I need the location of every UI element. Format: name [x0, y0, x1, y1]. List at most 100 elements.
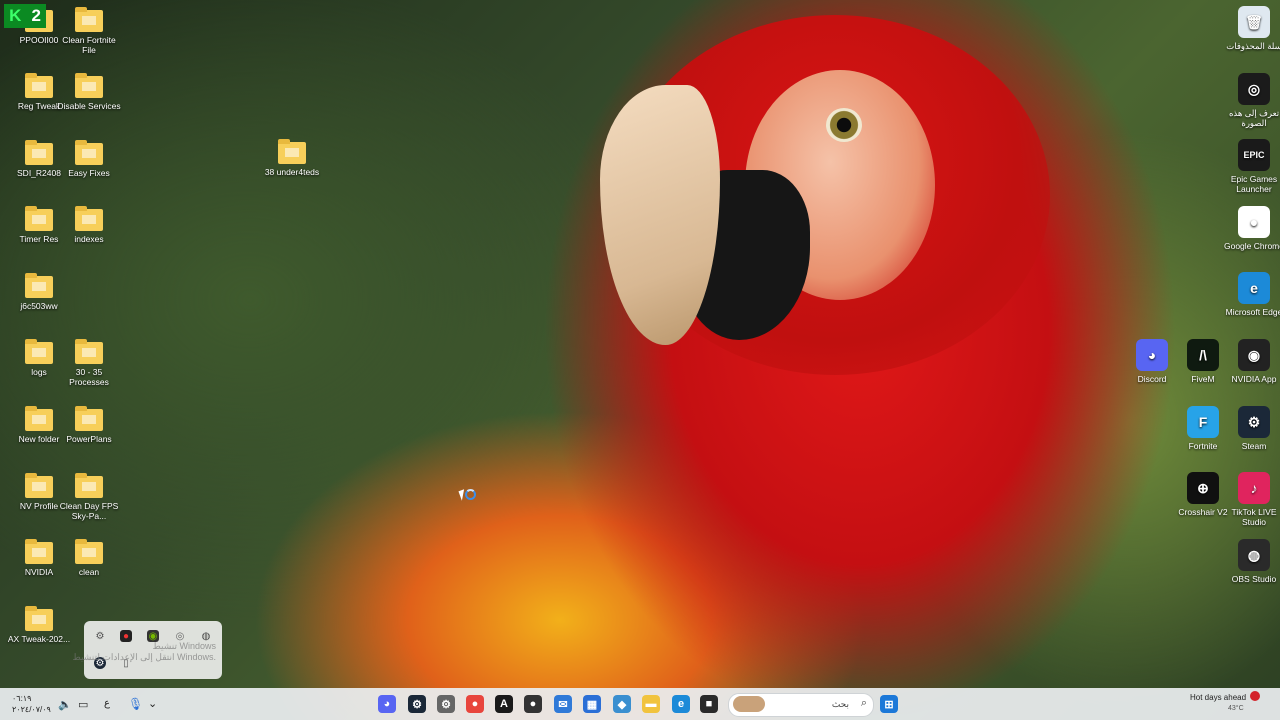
- settings-taskbar-icon[interactable]: ⚙: [437, 695, 455, 713]
- desktop-icon-label: TikTok LIVE Studio: [1231, 507, 1277, 527]
- file-explorer-taskbar-icon[interactable]: ▬: [642, 695, 660, 713]
- k2-letter: K: [9, 6, 22, 25]
- weather-alert-icon: [1250, 691, 1260, 701]
- chevron-up-icon[interactable]: ⌄: [148, 697, 157, 710]
- clock-time[interactable]: ٠٦:١٩: [12, 694, 31, 703]
- taskbar: ٠٦:١٩ ٢٠٢٤/٠٧/٠٩ 🔈 ▭ ع 🎙 ⌄ ◕ ⚙ ⚙ ● A ● ✉ ▦ ◆ ▬ e ■ …: [0, 688, 1280, 720]
- fivem-taskbar-icon[interactable]: A: [495, 695, 513, 713]
- volume-icon[interactable]: 🔈: [58, 698, 72, 711]
- clipboard-icon[interactable]: ▯: [120, 657, 132, 669]
- desktop-icon-label: NVIDIA App: [1231, 374, 1277, 384]
- desktop-icon-label: سلة المحذوفات: [1226, 41, 1280, 51]
- steam-icon: ⚙: [1238, 406, 1270, 438]
- folder-icon: [25, 406, 53, 431]
- steam-taskbar-icon[interactable]: ⚙: [408, 695, 426, 713]
- desktop-icon[interactable]: 30 - 35 Processes: [57, 339, 121, 387]
- desktop-icon[interactable]: Clean Day FPS Sky-Pa...: [57, 473, 121, 521]
- discord-taskbar-icon[interactable]: ◕: [378, 695, 396, 713]
- folder-icon: [25, 140, 53, 165]
- discord-icon: ◕: [1136, 339, 1168, 371]
- desktop-icon[interactable]: ⚙ Steam: [1222, 406, 1280, 451]
- tray-overflow-popup: ⚙ ● ◉ ◎ ◍ ⚙ ▯: [84, 621, 222, 679]
- desktop-icon[interactable]: e Microsoft Edge: [1222, 272, 1280, 317]
- desktop-icon[interactable]: PowerPlans: [57, 406, 121, 444]
- app-icon[interactable]: ●: [120, 630, 132, 642]
- desktop-icon[interactable]: 🗑 سلة المحذوفات: [1222, 6, 1280, 51]
- desktop-icon[interactable]: j6c503ww: [7, 273, 71, 311]
- busy-spinner-icon: [465, 489, 476, 500]
- desktop-icon-label: clean: [78, 567, 100, 577]
- wallpaper-parrot-eye: [826, 108, 862, 142]
- steam-icon[interactable]: ⚙: [94, 657, 106, 669]
- circle-icon[interactable]: ◍: [200, 630, 212, 642]
- obs-icon: ◍: [1238, 539, 1270, 571]
- k2-number: 2: [31, 6, 41, 25]
- desktop-icon-label: j6c503ww: [20, 301, 58, 311]
- desktop-icon-label: Disable Services: [57, 101, 121, 111]
- desktop-icon[interactable]: Clean Fortnite File: [57, 7, 121, 55]
- desktop-icon-label: 38 under4teds: [264, 167, 320, 177]
- controller-icon[interactable]: ◎: [174, 630, 186, 642]
- gear-icon[interactable]: ⚙: [94, 630, 106, 642]
- network-icon[interactable]: ▭: [78, 698, 88, 711]
- desktop-icon[interactable]: Easy Fixes: [57, 140, 121, 178]
- folder-icon: [75, 206, 103, 231]
- desktop-icon-label: Clean Day FPS Sky-Pa...: [59, 501, 119, 521]
- fivem-icon: /\: [1187, 339, 1219, 371]
- camera-info-icon: ◎: [1238, 73, 1270, 105]
- chrome-icon: ●: [1238, 206, 1270, 238]
- k2-overlay-badge: K 2: [4, 4, 46, 28]
- folder-icon: [75, 339, 103, 364]
- folder-icon: [278, 139, 306, 164]
- search-icon: ⌕: [860, 697, 867, 709]
- microphone-icon[interactable]: 🎙: [128, 697, 143, 711]
- desktop-icon-label: Google Chrome: [1223, 241, 1280, 251]
- desktop-icon[interactable]: ◎ تعرف إلى هذه الصورة: [1222, 73, 1280, 128]
- desktop-icon-label: PowerPlans: [66, 434, 112, 444]
- recycle-bin-icon: 🗑: [1238, 6, 1270, 38]
- desktop-icon-label: 30 - 35 Processes: [69, 367, 109, 387]
- mail-taskbar-icon[interactable]: ✉: [554, 695, 572, 713]
- folder-icon: [25, 539, 53, 564]
- desktop-icon-label: Epic Games Launcher: [1230, 174, 1278, 194]
- store-taskbar-icon[interactable]: ▦: [583, 695, 601, 713]
- desktop-icon[interactable]: ● Google Chrome: [1222, 206, 1280, 251]
- desktop-icon-label: indexes: [74, 234, 104, 244]
- desktop-icon-label: تعرف إلى هذه الصورة: [1228, 108, 1280, 128]
- desktop-icon[interactable]: clean: [57, 539, 121, 577]
- desktop-icon[interactable]: EPIC Epic Games Launcher: [1222, 139, 1280, 194]
- search-highlight-icon: [733, 696, 765, 712]
- app-taskbar-icon[interactable]: ●: [524, 695, 542, 713]
- edge-taskbar-icon[interactable]: e: [672, 695, 690, 713]
- desktop-icon-label: Easy Fixes: [68, 168, 110, 178]
- shield-taskbar-icon[interactable]: ◆: [613, 695, 631, 713]
- start-button-windows-icon[interactable]: ⊞: [880, 695, 898, 713]
- folder-icon: [25, 606, 53, 631]
- folder-icon: [25, 473, 53, 498]
- weather-temp[interactable]: 43°C: [1228, 705, 1244, 712]
- folder-icon: [75, 7, 103, 32]
- desktop-icon[interactable]: ♪ TikTok LIVE Studio: [1222, 472, 1280, 527]
- nvidia-icon[interactable]: ◉: [147, 630, 159, 642]
- desktop-icon-label: Steam: [1241, 441, 1267, 451]
- desktop-icon[interactable]: indexes: [57, 206, 121, 244]
- weather-title[interactable]: Hot days ahead: [1190, 693, 1246, 702]
- desktop-icon[interactable]: AX Tweak-202...: [7, 606, 71, 644]
- folder-icon: [75, 73, 103, 98]
- desktop-icon[interactable]: 38 under4teds: [260, 139, 324, 177]
- nvidia-icon: ◉: [1238, 339, 1270, 371]
- folder-icon: [75, 473, 103, 498]
- terminal-taskbar-icon[interactable]: ■: [700, 695, 718, 713]
- desktop-icon[interactable]: Disable Services: [57, 73, 121, 111]
- tiktok-icon: ♪: [1238, 472, 1270, 504]
- desktop-icon-label: Clean Fortnite File: [62, 35, 116, 55]
- search-placeholder: بحث: [831, 699, 849, 709]
- clock-date[interactable]: ٢٠٢٤/٠٧/٠٩: [12, 705, 51, 714]
- desktop-icon[interactable]: ◉ NVIDIA App: [1222, 339, 1280, 384]
- desktop-icon[interactable]: ◍ OBS Studio: [1222, 539, 1280, 584]
- language-indicator-icon[interactable]: ع: [104, 698, 110, 709]
- desktop-icon-label: AX Tweak-202...: [7, 634, 71, 644]
- taskbar-search-box[interactable]: بحث ⌕: [728, 693, 874, 717]
- folder-icon: [75, 406, 103, 431]
- chrome-taskbar-icon[interactable]: ●: [466, 695, 484, 713]
